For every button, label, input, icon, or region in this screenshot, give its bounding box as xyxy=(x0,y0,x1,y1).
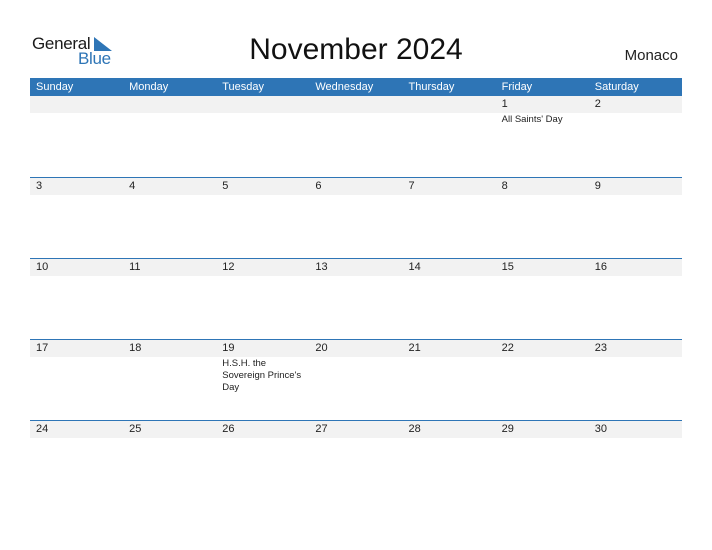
day-number: 1 xyxy=(501,98,508,110)
holiday-event xyxy=(30,438,123,439)
day-number: 10 xyxy=(36,261,49,273)
holiday-event xyxy=(403,195,496,196)
weekday-sunday: Sunday xyxy=(36,81,74,93)
week-row: 24 25 26 27 28 29 30 xyxy=(30,420,682,501)
holiday-event xyxy=(403,438,496,439)
weekday-header: Sunday Monday Tuesday Wednesday Thursday… xyxy=(30,78,682,96)
day-number: 21 xyxy=(408,342,421,354)
day-number xyxy=(123,96,216,113)
date-strip: 3 4 5 6 7 8 9 xyxy=(30,178,682,195)
holiday-event xyxy=(309,276,402,277)
day-number: 22 xyxy=(501,342,514,354)
day-number: 30 xyxy=(594,423,607,435)
weekday-monday: Monday xyxy=(129,81,169,93)
holiday-event xyxy=(403,357,496,394)
day-number: 14 xyxy=(408,261,421,273)
date-strip: 12 xyxy=(30,96,682,113)
events-row xyxy=(30,195,682,196)
date-strip: 17 18 19 20 21 22 23 xyxy=(30,340,682,357)
day-number: 13 xyxy=(315,261,328,273)
date-strip: 10 11 12 13 14 15 16 xyxy=(30,259,682,276)
calendar: Sunday Monday Tuesday Wednesday Thursday… xyxy=(30,78,682,501)
holiday-event xyxy=(123,357,216,394)
holiday-event xyxy=(216,113,309,126)
holiday-event xyxy=(123,276,216,277)
events-row xyxy=(30,438,682,439)
holiday-event xyxy=(30,357,123,394)
week-row: 1 2 All Saints' Day xyxy=(30,96,682,177)
day-number: 11 xyxy=(129,261,141,273)
day-number: 18 xyxy=(129,342,142,354)
day-number: 4 xyxy=(129,180,136,192)
day-number xyxy=(403,96,496,113)
day-number: 5 xyxy=(222,180,229,192)
holiday-event xyxy=(30,276,123,277)
holiday-event xyxy=(30,195,123,196)
holiday-event xyxy=(496,195,589,196)
day-number xyxy=(216,96,309,113)
weeks-container: 1 2 All Saints' Day 3 4 5 6 7 8 9 10 11 12 13 14 15 16 17… xyxy=(30,96,682,501)
day-number: 15 xyxy=(501,261,514,273)
holiday-event xyxy=(403,113,496,126)
day-number: 17 xyxy=(36,342,49,354)
events-row: H.S.H. the Sovereign Prince's Day xyxy=(30,357,682,394)
day-number: 8 xyxy=(501,180,508,192)
day-number: 2 xyxy=(594,98,601,110)
holiday-event xyxy=(309,113,402,126)
day-number: 24 xyxy=(36,423,49,435)
events-row: All Saints' Day xyxy=(30,113,682,126)
holiday-event xyxy=(216,195,309,196)
holiday-event xyxy=(309,438,402,439)
weekday-thursday: Thursday xyxy=(408,81,455,93)
day-number: 27 xyxy=(315,423,328,435)
day-number: 28 xyxy=(408,423,421,435)
holiday-event xyxy=(216,276,309,277)
weekday-saturday: Saturday xyxy=(594,81,639,93)
holiday-event xyxy=(403,276,496,277)
holiday-event xyxy=(123,438,216,439)
day-number: 6 xyxy=(315,180,322,192)
holiday-event xyxy=(589,113,682,126)
day-number: 7 xyxy=(408,180,415,192)
weekday-wednesday: Wednesday xyxy=(315,81,374,93)
holiday-event xyxy=(496,357,589,394)
day-number: 12 xyxy=(222,261,235,273)
holiday-event: H.S.H. the Sovereign Prince's Day xyxy=(222,358,302,393)
events-row xyxy=(30,276,682,277)
day-number: 3 xyxy=(36,180,43,192)
day-number: 25 xyxy=(129,423,142,435)
day-number: 19 xyxy=(222,342,235,354)
date-strip: 24 25 26 27 28 29 30 xyxy=(30,421,682,438)
holiday-event xyxy=(496,276,589,277)
holiday-event xyxy=(123,113,216,126)
holiday-event xyxy=(30,113,123,126)
day-number: 26 xyxy=(222,423,235,435)
weekday-friday: Friday xyxy=(501,81,533,93)
holiday-event xyxy=(589,438,682,439)
country-label: Monaco xyxy=(624,47,678,64)
holiday-event xyxy=(589,357,682,394)
week-row: 17 18 19 20 21 22 23 H.S.H. the Sovereign Princ… xyxy=(30,339,682,420)
day-number: 29 xyxy=(501,423,514,435)
day-number: 23 xyxy=(594,342,607,354)
weekday-tuesday: Tuesday xyxy=(222,81,265,93)
day-number: 20 xyxy=(315,342,328,354)
holiday-event xyxy=(496,438,589,439)
holiday-event xyxy=(589,276,682,277)
holiday-event xyxy=(309,195,402,196)
holiday-event xyxy=(123,195,216,196)
holiday-event: All Saints' Day xyxy=(501,114,563,125)
day-number: 9 xyxy=(594,180,601,192)
day-number: 16 xyxy=(594,261,607,273)
day-number xyxy=(30,96,123,113)
day-number xyxy=(309,96,402,113)
holiday-event xyxy=(589,195,682,196)
week-row: 10 11 12 13 14 15 16 xyxy=(30,258,682,339)
holiday-event xyxy=(309,357,402,394)
holiday-event xyxy=(216,438,309,439)
page-title: November 2024 xyxy=(249,33,463,66)
week-row: 3 4 5 6 7 8 9 xyxy=(30,177,682,258)
